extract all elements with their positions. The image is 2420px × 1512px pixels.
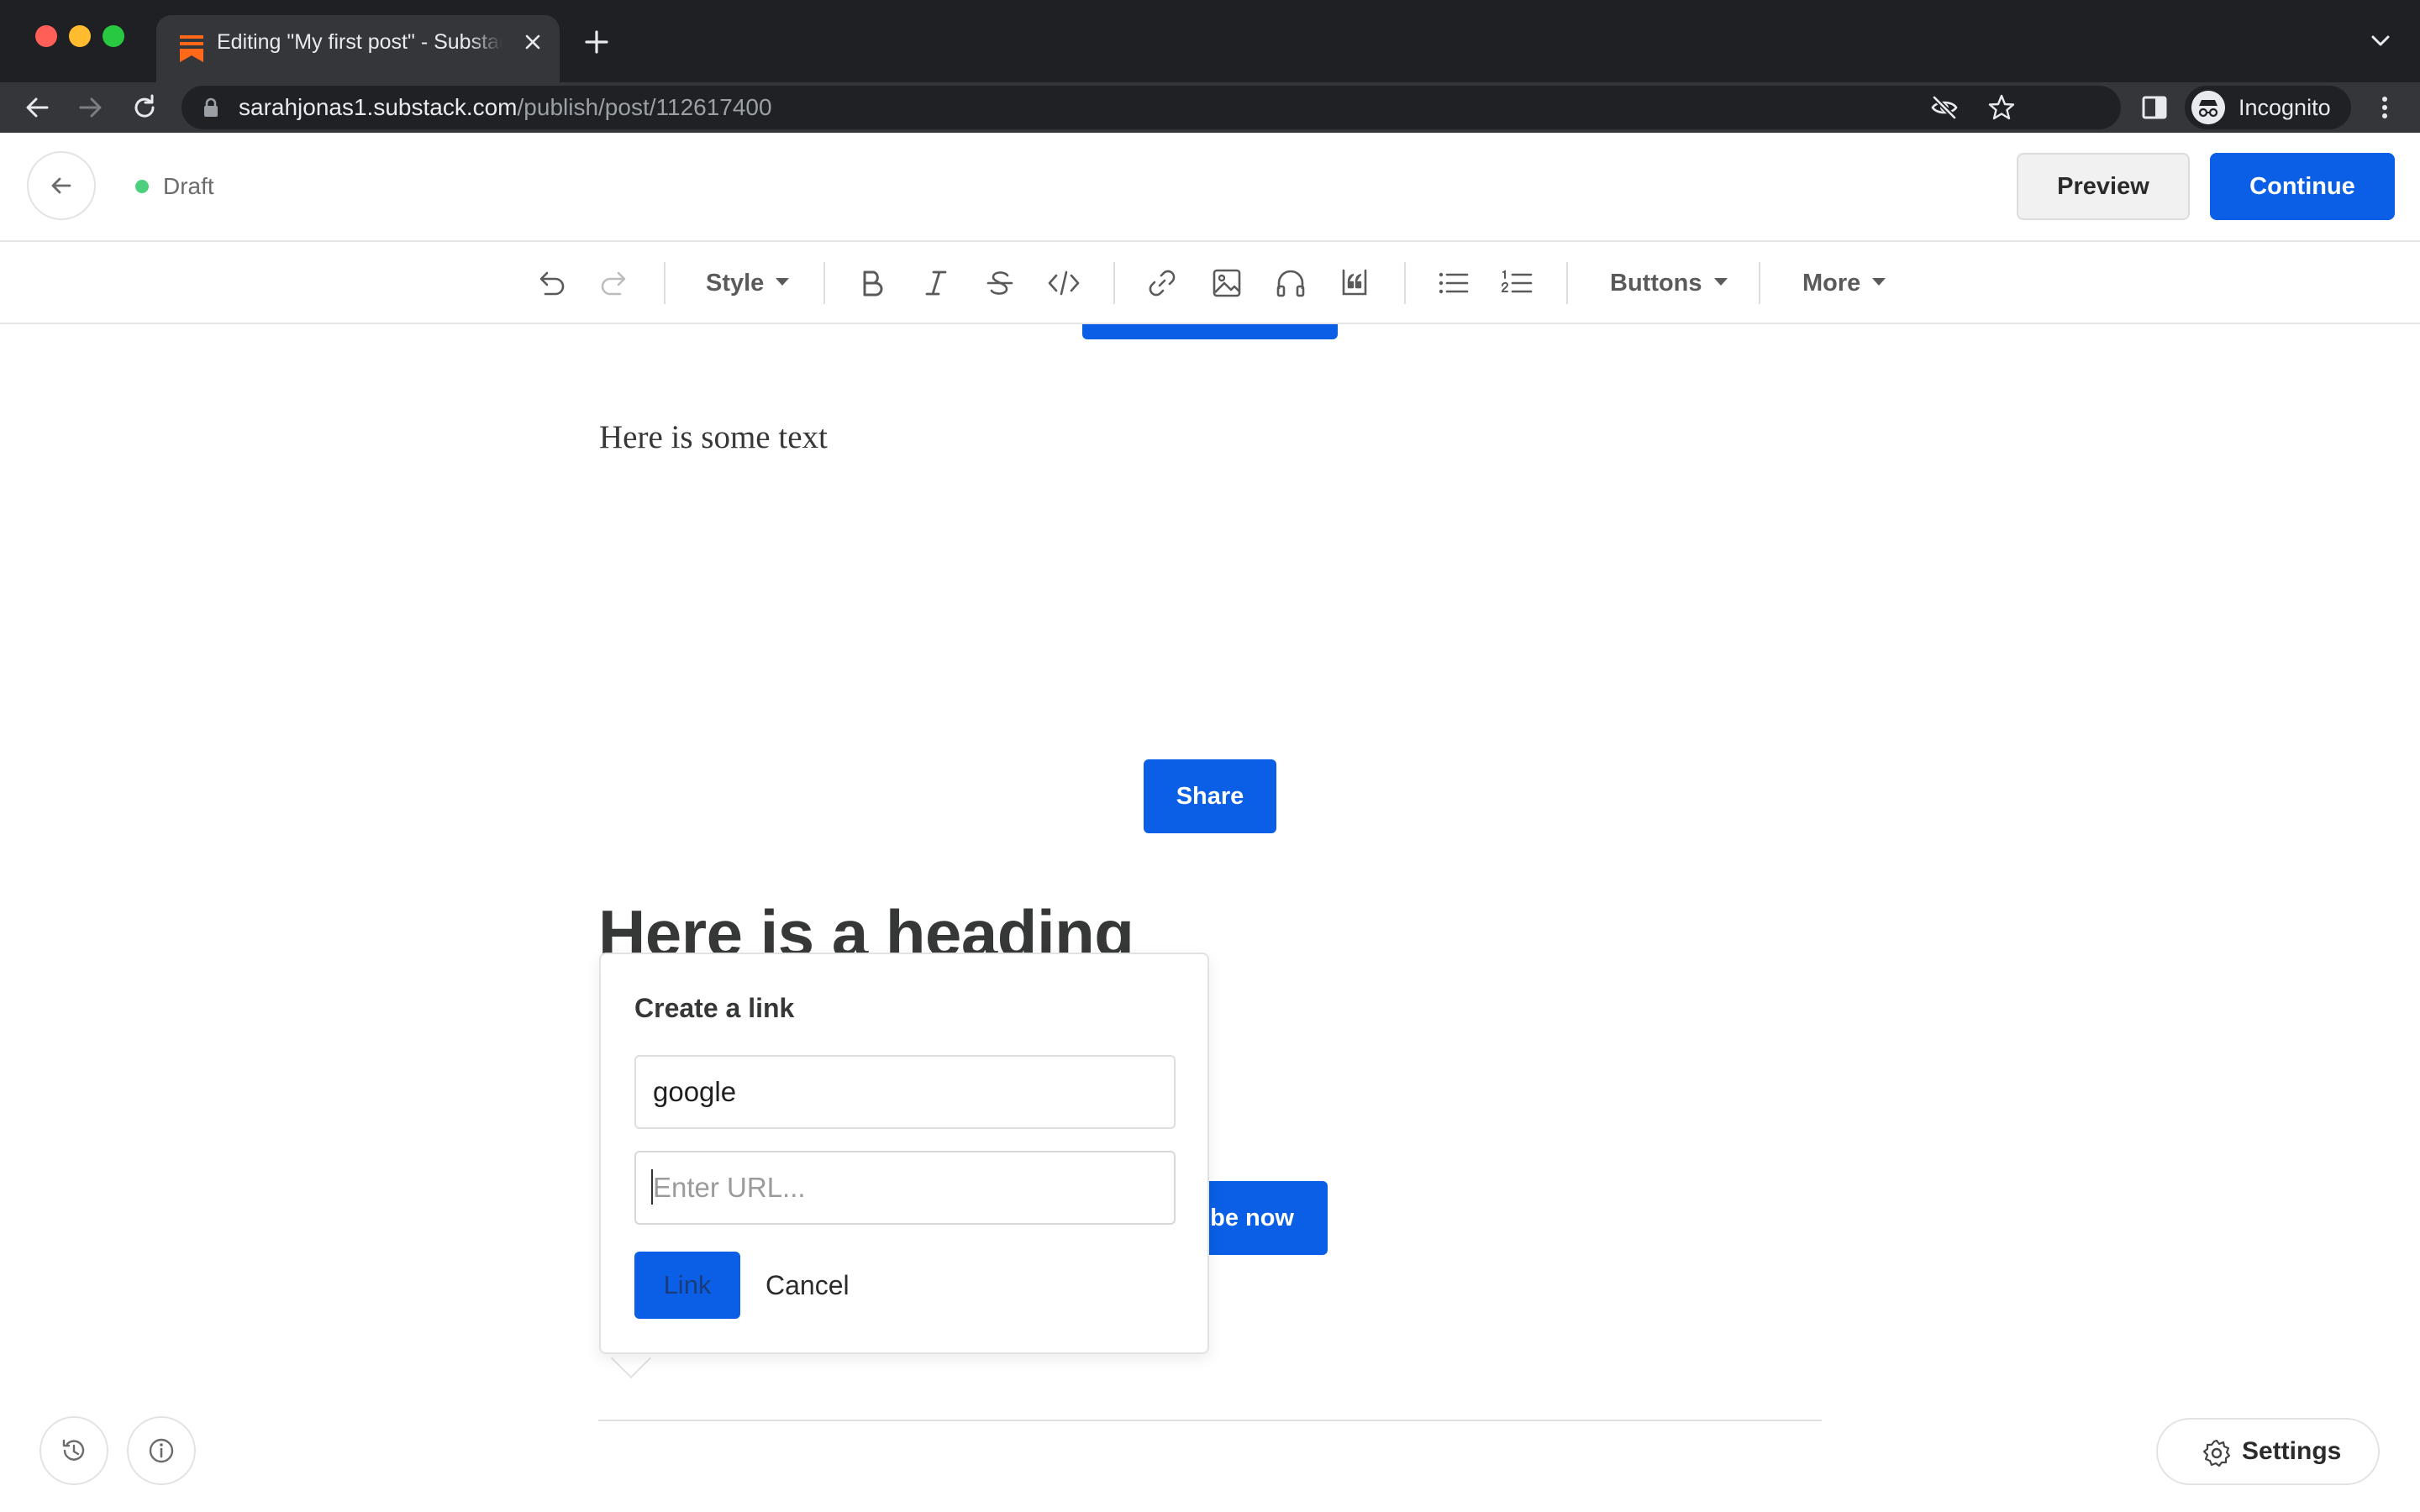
gear-icon xyxy=(2202,1439,2231,1467)
url-text: sarahjonas1.substack.com/publish/post/11… xyxy=(239,94,772,120)
code-icon[interactable] xyxy=(1046,265,1081,301)
info-icon xyxy=(149,1438,174,1463)
numbered-list-icon[interactable] xyxy=(1499,265,1534,301)
settings-label: Settings xyxy=(2242,1437,2342,1465)
browser-toolbar: sarahjonas1.substack.com/publish/post/11… xyxy=(0,82,2420,133)
toolbar-divider xyxy=(823,262,825,304)
forward-arrow-icon[interactable] xyxy=(74,91,108,124)
reload-icon[interactable] xyxy=(128,91,161,124)
toolbar-divider xyxy=(1404,262,1406,304)
chevron-down-icon[interactable] xyxy=(2366,29,2395,54)
link-text-input[interactable] xyxy=(634,1055,1176,1129)
browser-tab-bar: Editing "My first post" - Substack xyxy=(0,0,2420,82)
incognito-icon xyxy=(2191,91,2225,124)
profile-label: Incognito xyxy=(2238,95,2331,120)
toolbar-divider xyxy=(664,262,666,304)
toolbar-divider xyxy=(1759,262,1760,304)
share-button[interactable]: Share xyxy=(1144,759,1276,833)
plus-icon[interactable] xyxy=(581,27,612,57)
info-button[interactable] xyxy=(127,1416,196,1485)
window-close-button[interactable] xyxy=(35,25,57,47)
close-icon[interactable] xyxy=(521,30,544,54)
quote-icon[interactable] xyxy=(1337,265,1372,301)
buttons-dropdown[interactable]: Buttons xyxy=(1610,242,1728,324)
more-dropdown[interactable]: More xyxy=(1802,242,1886,324)
embedded-button-partial[interactable] xyxy=(1082,324,1338,339)
url-input[interactable] xyxy=(634,1151,1176,1225)
content-divider xyxy=(598,1420,1822,1421)
cancel-button[interactable]: Cancel xyxy=(765,1252,850,1319)
italic-icon[interactable] xyxy=(918,265,954,301)
editor-header: Draft Preview Continue xyxy=(0,133,2420,242)
bold-icon[interactable] xyxy=(855,265,890,301)
link-icon[interactable] xyxy=(1144,265,1180,301)
preview-button[interactable]: Preview xyxy=(2017,153,2190,220)
substack-logo-icon xyxy=(180,35,203,62)
toolbar-divider xyxy=(1113,262,1115,304)
window-zoom-button[interactable] xyxy=(103,25,124,47)
toolbar-divider xyxy=(1566,262,1568,304)
back-arrow-icon[interactable] xyxy=(20,91,54,124)
status-badge: Draft xyxy=(163,173,214,199)
formatting-toolbar: Style Buttons More xyxy=(0,242,2420,324)
incognito-profile-button[interactable]: Incognito xyxy=(2185,86,2351,129)
window-minimize-button[interactable] xyxy=(69,25,91,47)
bullet-list-icon[interactable] xyxy=(1435,265,1470,301)
status-dot xyxy=(135,180,149,193)
settings-button[interactable]: Settings xyxy=(2156,1418,2380,1485)
text-caret xyxy=(651,1169,653,1205)
create-link-popover: Create a link Link Cancel xyxy=(599,953,1209,1354)
tab-title: Editing "My first post" - Substack xyxy=(217,30,502,54)
undo-icon[interactable] xyxy=(534,265,569,301)
popover-title: Create a link xyxy=(634,993,795,1023)
history-icon xyxy=(62,1439,85,1461)
link-submit-button[interactable]: Link xyxy=(634,1252,740,1319)
redo-icon[interactable] xyxy=(597,265,632,301)
back-arrow-icon xyxy=(51,177,71,194)
lock-icon[interactable] xyxy=(202,97,220,118)
browser-tab-active[interactable]: Editing "My first post" - Substack xyxy=(156,15,560,82)
star-icon[interactable] xyxy=(1986,92,2017,123)
eye-off-icon[interactable] xyxy=(1929,92,1960,123)
history-button[interactable] xyxy=(39,1416,108,1485)
address-bar[interactable]: sarahjonas1.substack.com/publish/post/11… xyxy=(182,86,2121,129)
image-icon[interactable] xyxy=(1209,265,1244,301)
continue-button[interactable]: Continue xyxy=(2210,153,2395,220)
strikethrough-icon[interactable] xyxy=(982,265,1018,301)
style-dropdown[interactable]: Style xyxy=(706,242,790,324)
sidebar-icon[interactable] xyxy=(2138,91,2171,124)
kebab-menu-icon[interactable] xyxy=(2370,92,2400,123)
headphones-icon[interactable] xyxy=(1273,265,1308,301)
body-paragraph[interactable]: Here is some text xyxy=(599,418,828,456)
back-button[interactable] xyxy=(27,151,96,220)
